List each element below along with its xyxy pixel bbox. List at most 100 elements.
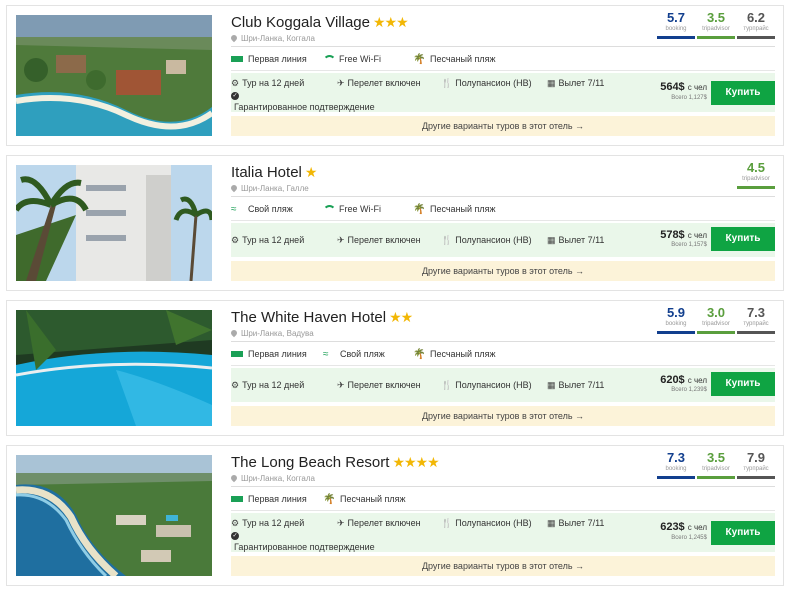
flight-info: ✈ Перелет включен: [337, 380, 421, 391]
location-pin-icon: [229, 473, 239, 483]
check-circle-icon: ✓: [231, 532, 239, 540]
star-rating-icon: ★★: [389, 309, 413, 325]
palm-icon: 🌴: [413, 204, 426, 215]
gear-icon: ⚙: [231, 518, 240, 528]
rating-turprice[interactable]: 6.2 турпрайс: [737, 10, 775, 42]
feature-label: Песчаный пляж: [430, 54, 496, 64]
feature-item: 🌴 Песчаный пляж: [413, 349, 496, 360]
rating-bar: [657, 36, 695, 39]
rating-label: tripadvisor: [702, 321, 730, 327]
price-total: Всего 1,157$: [671, 242, 707, 248]
price: 564$ с чел: [660, 81, 707, 93]
hotel-photo[interactable]: [16, 310, 212, 426]
cutlery-icon: 🍴: [441, 518, 453, 528]
flight-text: Перелет включен: [347, 235, 421, 245]
price-per-person: с чел: [687, 83, 707, 92]
departure-info: ▦ Вылет 7/11: [547, 235, 604, 246]
meal-info: 🍴 Полупансион (HB): [441, 380, 532, 391]
hotel-card: Italia Hotel ★ Шри-Ланка, Галле 4.5 tripad…: [6, 155, 784, 291]
wifi-icon: [323, 205, 336, 213]
feature-label: Free Wi-Fi: [339, 54, 381, 64]
hotel-photo-image: [16, 165, 212, 281]
departure-text: Вылет 7/11: [558, 235, 605, 245]
feature-item: ≈ Свой пляж: [323, 349, 385, 360]
calendar-icon: ▦: [547, 518, 556, 528]
hotel-name[interactable]: Club Koggala Village: [231, 14, 370, 31]
other-tours-link[interactable]: Другие варианты туров в этот отель →: [231, 556, 775, 576]
flight-text: Перелет включен: [347, 78, 421, 88]
divider: [231, 46, 775, 47]
hotel-photo[interactable]: [16, 455, 212, 576]
location-text: Шри-Ланка, Коггала: [241, 474, 315, 483]
hotel-photo[interactable]: [16, 15, 212, 136]
rating-booking[interactable]: 7.3 booking: [657, 450, 695, 482]
departure-text: Вылет 7/11: [558, 380, 605, 390]
hotel-name[interactable]: Italia Hotel: [231, 164, 302, 181]
hotel-photo[interactable]: [16, 165, 212, 281]
rating-turprice[interactable]: 7.9 турпрайс: [737, 450, 775, 482]
hotel-name-row: Club Koggala Village ★★★: [231, 12, 409, 33]
price-value: 578$: [660, 229, 685, 241]
rating-bar: [737, 186, 775, 189]
hotel-location: Шри-Ланка, Коггала: [229, 473, 315, 483]
flight-info: ✈ Перелет включен: [337, 518, 421, 529]
price-total: Всего 1,239$: [671, 387, 707, 393]
meal-text: Полупансион (HB): [455, 235, 532, 245]
other-tours-link[interactable]: Другие варианты туров в этот отель →: [231, 116, 775, 136]
check-circle-icon: ✓: [231, 92, 239, 100]
rating-label: booking: [665, 466, 687, 472]
guarantee-text: Гарантированное подтверждение: [234, 102, 375, 112]
rating-turprice[interactable]: 7.3 турпрайс: [737, 305, 775, 337]
rating-label: booking: [665, 321, 687, 327]
tour-duration: ⚙ Тур на 12 дней: [231, 235, 304, 246]
other-tours-link[interactable]: Другие варианты туров в этот отель →: [231, 406, 775, 426]
rating-tripadvisor[interactable]: 3.5 tripadvisor: [697, 450, 735, 482]
departure-text: Вылет 7/11: [558, 78, 605, 88]
rating-bar: [697, 36, 735, 39]
tour-info-panel: ⚙ Тур на 12 дней ✈ Перелет включен 🍴 Полупа…: [231, 223, 775, 257]
tour-info-panel: ⚙ Тур на 12 дней ✈ Перелет включен 🍴 Полупа…: [231, 73, 775, 112]
rating-value: 5.7: [666, 10, 686, 25]
location-pin-icon: [229, 183, 239, 193]
ratings: 5.9 booking 3.0 tripadvisor 7.3 турпрайс: [655, 305, 775, 337]
divider: [231, 486, 775, 487]
hotel-location: Шри-Ланка, Вадува: [229, 328, 314, 338]
feature-label: Free Wi-Fi: [339, 204, 381, 214]
ratings: 5.7 booking 3.5 tripadvisor 6.2 турпрайс: [655, 10, 775, 42]
price-value: 564$: [660, 81, 685, 93]
buy-button[interactable]: Купить: [711, 81, 775, 105]
rating-tripadvisor[interactable]: 3.5 tripadvisor: [697, 10, 735, 42]
rating-tripadvisor[interactable]: 3.0 tripadvisor: [697, 305, 735, 337]
hotel-name[interactable]: The White Haven Hotel: [231, 309, 386, 326]
tour-duration-text: Тур на 12 дней: [242, 380, 305, 390]
tour-duration-text: Тур на 12 дней: [242, 78, 305, 88]
airplane-icon: ✈: [337, 518, 345, 528]
divider: [231, 510, 775, 511]
rating-value: 4.5: [746, 160, 766, 175]
price-per-person: с чел: [687, 231, 707, 240]
hotel-location: Шри-Ланка, Галле: [229, 183, 309, 193]
palm-icon: 🌴: [323, 494, 336, 505]
buy-button[interactable]: Купить: [711, 521, 775, 545]
buy-button[interactable]: Купить: [711, 372, 775, 396]
feature-item: Первая линия: [231, 54, 307, 64]
other-tours-link[interactable]: Другие варианты туров в этот отель →: [231, 261, 775, 281]
buy-button[interactable]: Купить: [711, 227, 775, 251]
rating-value: 3.5: [706, 10, 726, 25]
feature-item: Free Wi-Fi: [323, 54, 381, 64]
hotel-card: Club Koggala Village ★★★ Шри-Ланка, Когга…: [6, 5, 784, 146]
rating-tripadvisor[interactable]: 4.5 tripadvisor: [737, 160, 775, 192]
rating-label: tripadvisor: [702, 466, 730, 472]
hotel-name[interactable]: The Long Beach Resort: [231, 454, 389, 471]
rating-booking[interactable]: 5.9 booking: [657, 305, 695, 337]
meal-text: Полупансион (HB): [455, 78, 532, 88]
guarantee-badge: ✓: [231, 88, 242, 100]
rating-bar: [737, 36, 775, 39]
rating-label: tripadvisor: [702, 26, 730, 32]
departure-text: Вылет 7/11: [558, 518, 605, 528]
rating-booking[interactable]: 5.7 booking: [657, 10, 695, 42]
price: 620$ с чел: [660, 374, 707, 386]
price-total: Всего 1,245$: [671, 535, 707, 541]
location-pin-icon: [229, 33, 239, 43]
gear-icon: ⚙: [231, 380, 240, 390]
